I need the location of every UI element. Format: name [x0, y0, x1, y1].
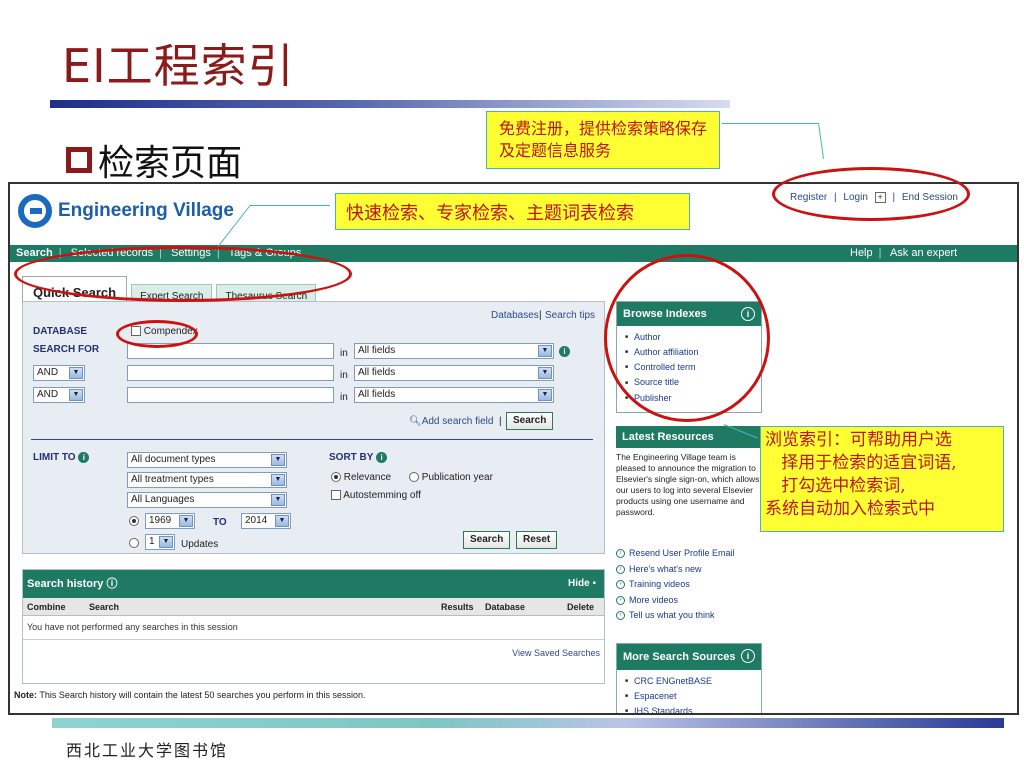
arrow-circle-icon: ›	[616, 611, 625, 621]
databases-link[interactable]: Databases	[491, 310, 539, 321]
latest-resources-links: › Resend User Profile Email › Here's what'…	[616, 546, 735, 624]
boolean-select-2[interactable]: AND ▼	[33, 365, 85, 381]
info-icon[interactable]: i	[78, 452, 90, 463]
history-note: Note: This Search history will contain t…	[14, 690, 366, 700]
nav-ask-expert[interactable]: Ask an expert	[890, 247, 957, 259]
arrow-circle-icon: ›	[616, 549, 625, 559]
chevron-down-icon: ▼	[538, 345, 552, 357]
info-icon[interactable]: ⓘ	[106, 578, 117, 590]
search-history-panel: Search history ⓘ Hide ▪ Combine Search R…	[22, 569, 605, 684]
resend-profile-link[interactable]: › Resend User Profile Email	[616, 546, 735, 562]
title-underline-bar	[50, 100, 730, 108]
annotation-ellipse-tabs	[14, 246, 352, 302]
info-icon[interactable]: i	[376, 452, 388, 463]
chevron-down-icon: ▼	[275, 515, 289, 527]
year-to-select[interactable]: 2014 ▼	[241, 513, 291, 529]
chevron-down-icon: ▼	[179, 515, 193, 527]
year-from-select[interactable]: 1969 ▼	[145, 513, 195, 529]
chevron-down-icon: ▼	[69, 367, 83, 379]
callout-browse-note: 浏览索引：可帮助用户选 择用于检索的适宜词语, 打勾选中检索词, 系统自动加入检…	[760, 426, 1004, 532]
add-search-field-link[interactable]: 🔍︎Add search field	[409, 416, 493, 427]
sort-by-label: SORT BY i	[329, 452, 388, 463]
panel-divider	[31, 439, 593, 440]
callout-search-modes: 快速检索、专家检索、主题词表检索	[335, 193, 690, 230]
training-videos-link[interactable]: › Training videos	[616, 577, 735, 593]
chevron-down-icon: ▼	[271, 494, 285, 506]
field-select-1[interactable]: All fields ▼	[354, 343, 554, 359]
source-espacenet[interactable]: Espacenet	[625, 689, 761, 704]
sort-publication-year[interactable]: Publication year	[409, 472, 493, 483]
year-range-radio[interactable]	[129, 516, 139, 526]
database-label: DATABASE	[33, 326, 88, 337]
latest-resources-text: The Engineering Village team is pleased …	[616, 452, 760, 517]
latest-resources-header: Latest Resources	[616, 426, 762, 448]
field-select-2[interactable]: All fields ▼	[354, 365, 554, 381]
chevron-down-icon: ▼	[159, 536, 173, 548]
slide-title: EI工程索引	[62, 39, 295, 93]
feedback-link[interactable]: › Tell us what you think	[616, 608, 735, 624]
more-sources-header: More Search Sources i	[617, 644, 761, 670]
footer-bar	[52, 718, 1004, 728]
source-ihs-standards[interactable]: IHS Standards	[625, 704, 761, 713]
relevance-radio[interactable]	[331, 472, 341, 483]
quick-search-panel: Databases | Search tips DATABASE Compend…	[22, 301, 605, 554]
publication-year-radio[interactable]	[409, 472, 419, 483]
updates-radio[interactable]	[129, 538, 139, 548]
info-icon[interactable]: i	[559, 346, 570, 357]
chevron-down-icon: ▼	[538, 389, 552, 401]
subtitle-text: 检索页面	[98, 143, 243, 184]
boolean-select-3[interactable]: AND ▼	[33, 387, 85, 403]
language-select[interactable]: All Languages ▼	[127, 492, 287, 508]
ev-logo-icon	[18, 194, 52, 228]
search-history-header: Search history ⓘ Hide ▪	[23, 570, 604, 598]
sort-relevance[interactable]: Relevance	[331, 472, 391, 483]
treatment-type-select[interactable]: All treatment types ▼	[127, 472, 287, 488]
annotation-ellipse-database	[116, 320, 198, 348]
annotation-ellipse-browse	[604, 254, 770, 422]
hide-history-button[interactable]: Hide ▪	[568, 570, 596, 598]
annotation-ellipse-register	[772, 167, 970, 221]
footer-library-name: 西北工业大学图书馆	[66, 741, 229, 760]
square-bullet-icon	[66, 147, 92, 173]
chevron-down-icon: ▼	[538, 367, 552, 379]
whats-new-link[interactable]: › Here's what's new	[616, 562, 735, 578]
updates-select[interactable]: 1 ▼	[145, 534, 175, 550]
info-icon[interactable]: i	[741, 649, 755, 663]
reset-button[interactable]: Reset	[516, 531, 558, 549]
to-label: TO	[213, 517, 227, 528]
search-for-label: SEARCH FOR	[33, 344, 100, 355]
history-empty-message: You have not performed any searches in t…	[23, 616, 604, 640]
slide-subtitle: 检索页面	[66, 134, 242, 186]
engineering-village-logo[interactable]: Engineering Village	[18, 194, 234, 228]
history-columns: Combine Search Results Database Delete	[23, 598, 604, 616]
arrow-circle-icon: ›	[616, 564, 625, 574]
connector-line	[818, 122, 825, 159]
nav-help[interactable]: Help	[850, 247, 873, 259]
autostemming-checkbox[interactable]	[331, 490, 341, 501]
view-saved-searches-link[interactable]: View Saved Searches	[512, 648, 600, 658]
search-button-bottom[interactable]: Search	[463, 531, 511, 549]
callout-register-note: 免费注册，提供检索策略保存及定题信息服务	[486, 111, 720, 169]
updates-label: Updates	[181, 539, 219, 550]
more-videos-link[interactable]: › More videos	[616, 593, 735, 609]
search-tips-link[interactable]: Search tips	[545, 310, 595, 321]
search-term-2[interactable]	[127, 365, 334, 381]
search-button[interactable]: Search	[506, 412, 554, 430]
document-type-select[interactable]: All document types ▼	[127, 452, 287, 468]
field-select-3[interactable]: All fields ▼	[354, 387, 554, 403]
chevron-down-icon: ▼	[271, 454, 285, 466]
connector-line	[722, 123, 818, 124]
search-term-3[interactable]	[127, 387, 334, 403]
limit-to-label: LIMIT TO i	[33, 452, 90, 463]
arrow-circle-icon: ›	[616, 580, 625, 590]
more-search-sources-box: More Search Sourcesi CRC ENGnetBASE Espa…	[616, 643, 762, 713]
chevron-down-icon: ▼	[271, 474, 285, 486]
connector-line	[250, 205, 330, 206]
magnifier-plus-icon: 🔍︎	[409, 416, 422, 427]
arrow-circle-icon: ›	[616, 595, 625, 605]
autostemming-option[interactable]: Autostemming off	[331, 490, 421, 501]
chevron-down-icon: ▼	[69, 389, 83, 401]
source-crc-engnetbase[interactable]: CRC ENGnetBASE	[625, 674, 761, 689]
